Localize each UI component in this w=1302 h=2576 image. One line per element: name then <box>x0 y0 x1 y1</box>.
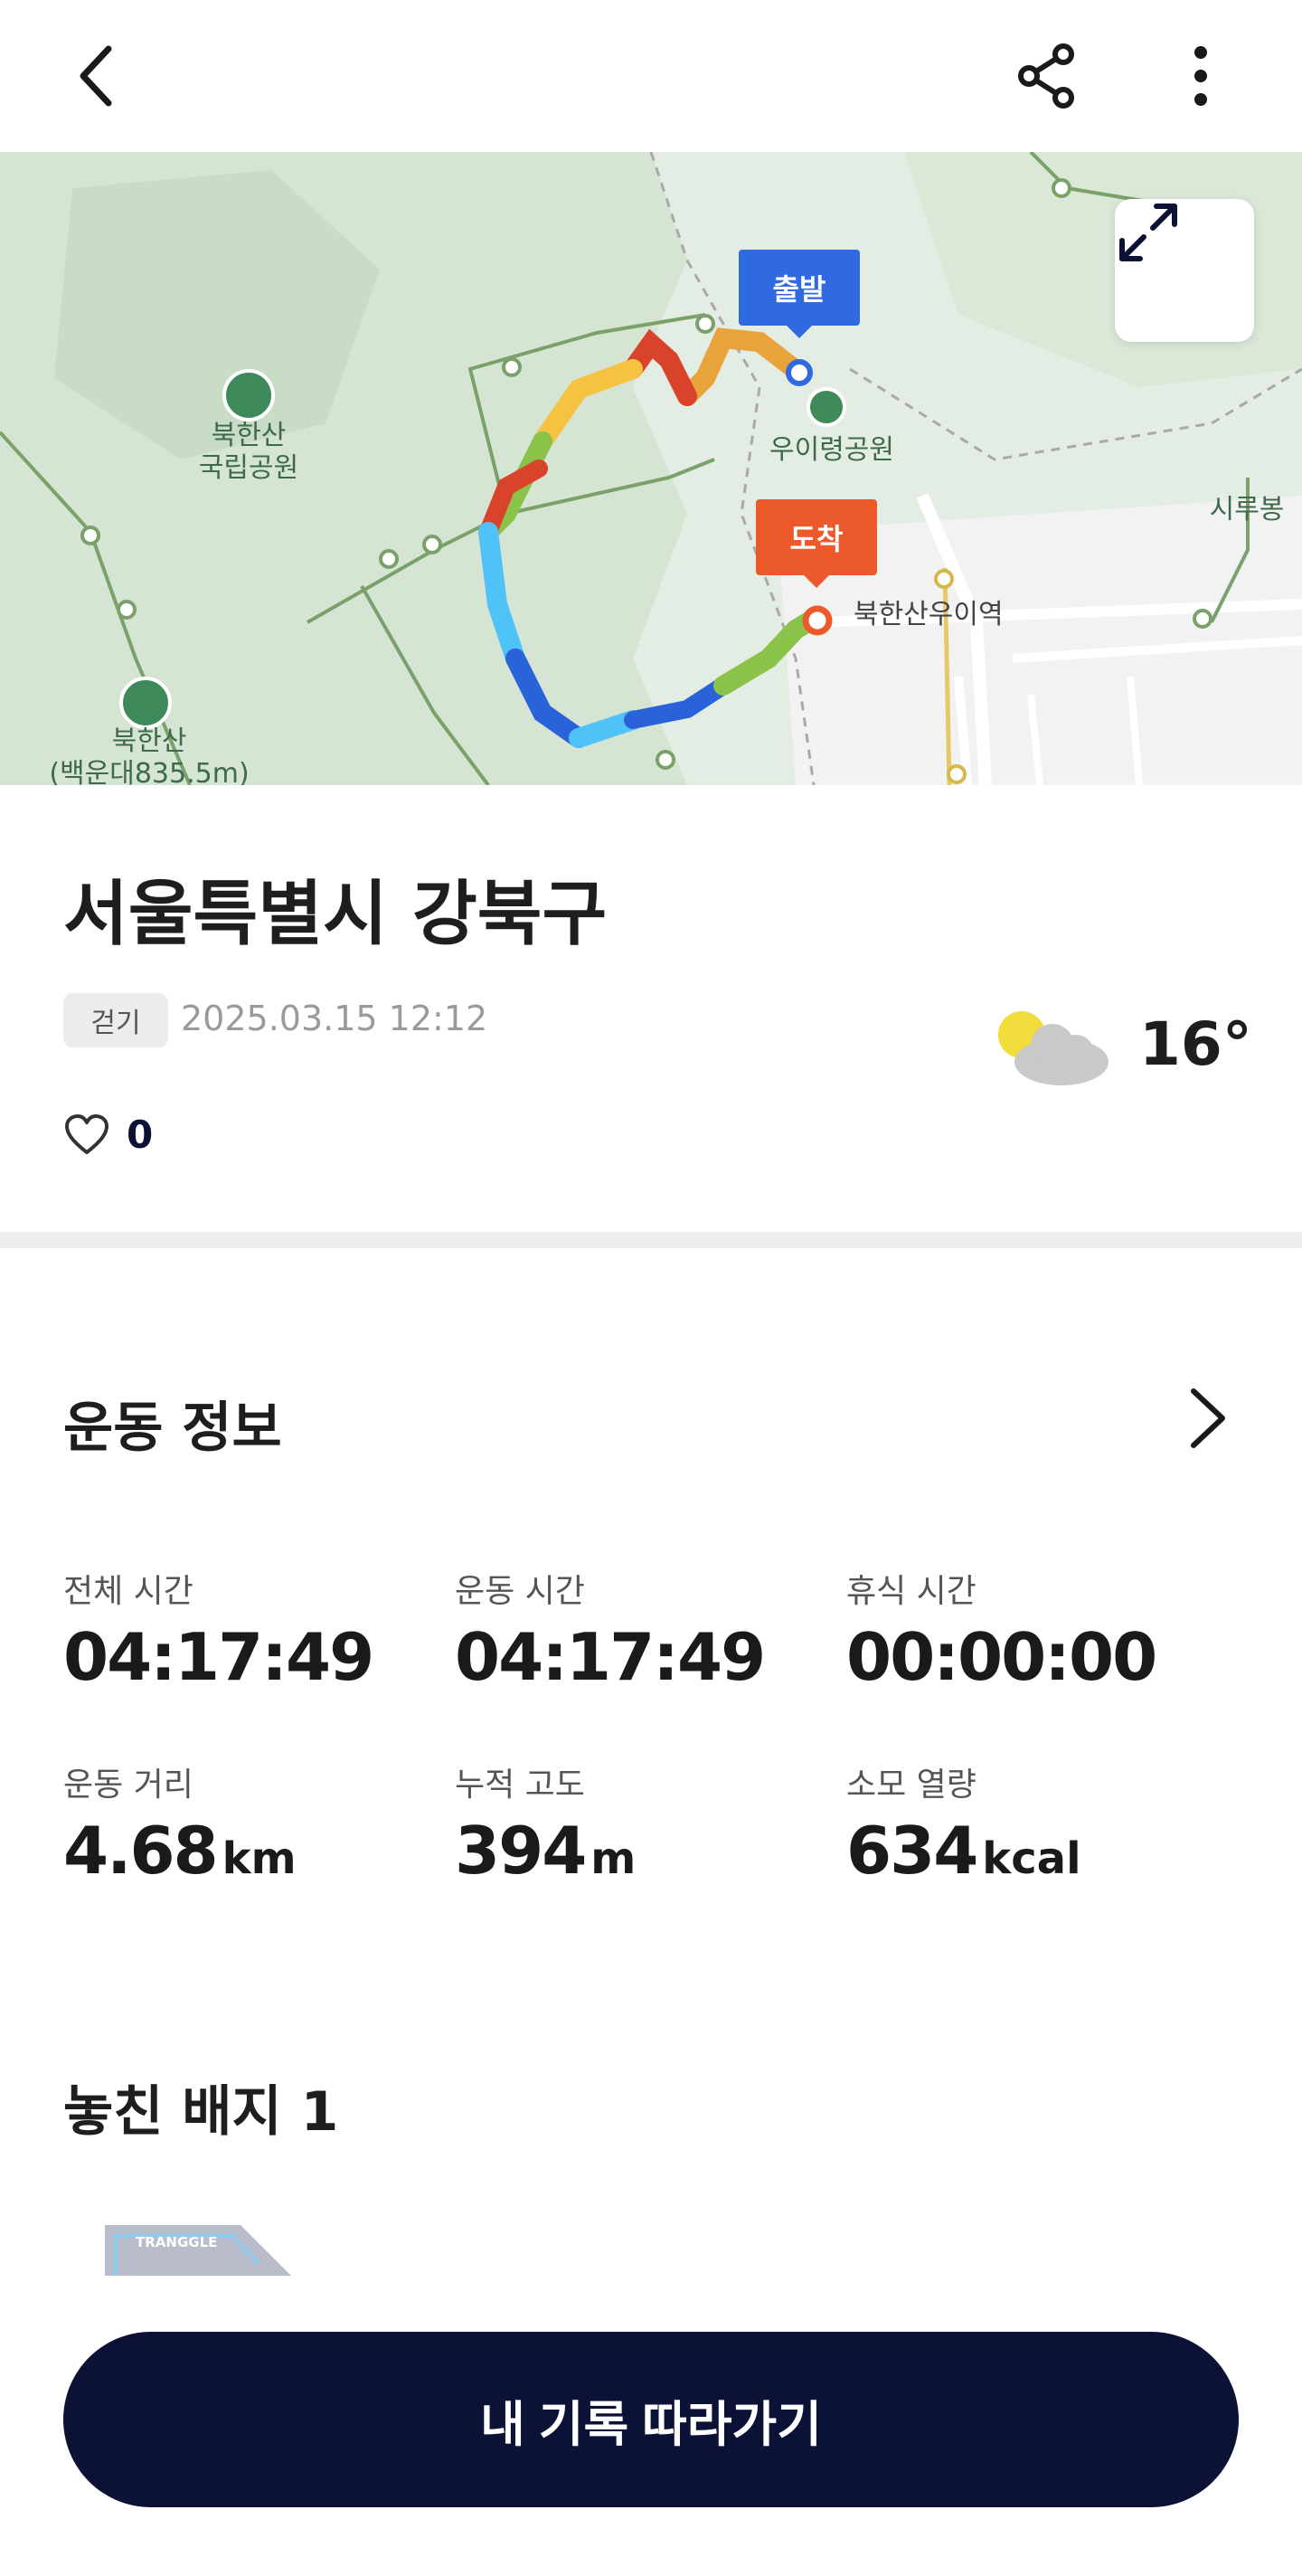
expand-arrows-icon <box>1119 204 1177 261</box>
temperature: 16° <box>1139 1009 1252 1079</box>
activity-summary: 서울특별시 강북구 걷기 2025.03.15 12:12 16° 0 <box>0 785 1302 1232</box>
chevron-left-icon <box>80 45 112 107</box>
stat-value-elevation: 394 m <box>455 1813 637 1889</box>
map-label-uiryeong-park: 우이령공원 <box>769 434 894 466</box>
park-icon <box>222 369 275 421</box>
like-count: 0 <box>127 1113 154 1157</box>
stat-unit-calories: kcal <box>982 1833 1081 1884</box>
route-map[interactable]: 북한산 국립공원 우이령공원 북한산우이역 시루봉 북한산 (백운대835.5m… <box>0 152 1302 785</box>
stat-unit-elevation: m <box>590 1833 637 1884</box>
stat-label-exercise-time: 운동 시간 <box>455 1573 585 1610</box>
chevron-right-icon[interactable] <box>1175 1382 1239 1454</box>
mountain-icon <box>119 677 172 729</box>
start-marker-label: 출발 <box>739 250 860 338</box>
badge-image[interactable]: TRANGGLE <box>105 2225 291 2276</box>
stat-value-exercise-time: 04:17:49 <box>455 1619 766 1695</box>
stat-unit-distance: km <box>222 1833 297 1884</box>
end-marker-label: 도착 <box>756 499 877 588</box>
badge-brand-text: TRANGGLE <box>136 2234 217 2250</box>
missed-badges-title: 놓친 배지 1 <box>63 2080 339 2144</box>
follow-my-record-button[interactable]: 내 기록 따라가기 <box>63 2332 1239 2507</box>
stat-label-calories: 소모 열량 <box>846 1766 976 1804</box>
more-options-button[interactable] <box>1157 33 1244 119</box>
stat-value-rest-time: 00:00:00 <box>846 1619 1157 1695</box>
map-label-station: 북한산우이역 <box>854 599 1004 630</box>
map-label-sirubong: 시루봉 <box>1209 494 1285 526</box>
back-button[interactable] <box>54 33 141 119</box>
bottom-action-area: 내 기록 따라가기 <box>0 2316 1302 2576</box>
activity-type-badge: 걷기 <box>63 993 168 1047</box>
stat-value-distance: 4.68 km <box>63 1813 297 1889</box>
heart-icon[interactable] <box>63 1113 110 1160</box>
share-icon <box>1018 43 1074 109</box>
map-expand-button[interactable] <box>1115 199 1254 342</box>
stat-label-rest-time: 휴식 시간 <box>846 1573 976 1610</box>
share-button[interactable] <box>1004 33 1090 119</box>
partly-cloudy-icon <box>998 1011 1109 1085</box>
activity-datetime: 2025.03.15 12:12 <box>181 999 488 1038</box>
stat-label-elevation: 누적 고도 <box>455 1766 585 1804</box>
park-icon <box>807 387 846 427</box>
stat-value-total-time: 04:17:49 <box>63 1619 374 1695</box>
stat-value-calories: 634 kcal <box>846 1813 1081 1889</box>
stat-label-distance: 운동 거리 <box>63 1766 193 1804</box>
location-title: 서울특별시 강북구 <box>63 874 608 955</box>
map-label-bukhansan-peak: 북한산 (백운대835.5m) <box>49 725 250 785</box>
more-vertical-icon <box>1194 46 1207 106</box>
stat-label-total-time: 전체 시간 <box>63 1573 193 1610</box>
exercise-info-title[interactable]: 운동 정보 <box>63 1384 282 1463</box>
section-divider <box>0 1232 1302 1248</box>
map-label-bukhansan-park: 북한산 국립공원 <box>198 420 299 484</box>
top-app-bar <box>0 0 1302 152</box>
